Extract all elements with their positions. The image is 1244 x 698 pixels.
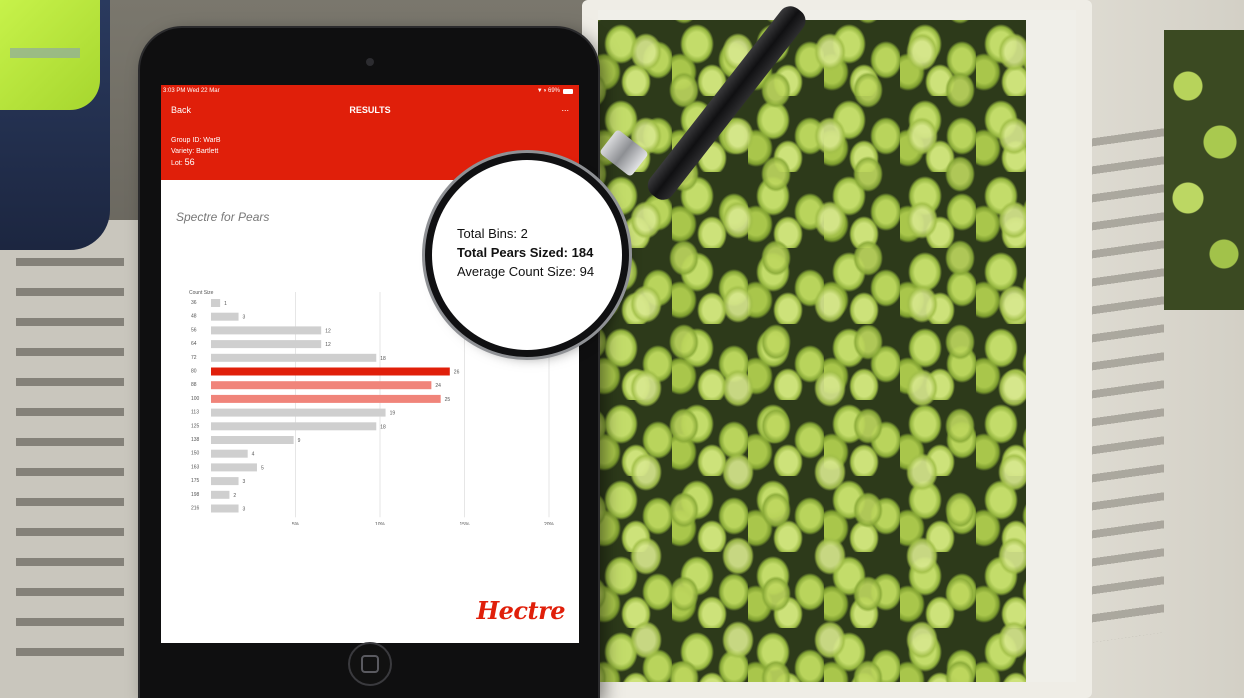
- y-tick-label: 163: [191, 464, 200, 470]
- y-tick-label: 72: [191, 355, 197, 361]
- y-tick-label: 36: [191, 300, 197, 306]
- bar: [211, 477, 239, 486]
- bar: [211, 449, 248, 458]
- bar: [211, 312, 239, 321]
- page-title: RESULTS: [349, 105, 391, 115]
- y-axis-header: Count Size: [189, 290, 214, 296]
- lot: Lot: 56: [171, 157, 221, 169]
- y-tick-label: 125: [191, 423, 200, 429]
- bar: [211, 422, 377, 431]
- bar-value-label: 3: [243, 507, 246, 513]
- y-tick-label: 150: [191, 451, 200, 457]
- app-name: Spectre for Pears: [176, 210, 270, 224]
- y-tick-label: 56: [191, 327, 197, 333]
- bar: [211, 436, 294, 444]
- bar: [211, 504, 239, 513]
- hi-vis-vest: [0, 0, 100, 110]
- bar-value-label: 4: [252, 452, 255, 458]
- x-tick-label: 10%: [375, 522, 386, 525]
- y-tick-label: 138: [191, 437, 200, 443]
- y-tick-label: 100: [191, 396, 200, 402]
- nav-row: Back RESULTS ...: [161, 103, 579, 119]
- bar: [211, 353, 377, 362]
- y-tick-label: 198: [191, 492, 200, 498]
- bar-value-label: 19: [390, 411, 396, 417]
- bar: [211, 367, 450, 376]
- average-count-size: Average Count Size: 94: [457, 264, 595, 279]
- camera-icon: [366, 58, 374, 66]
- more-menu-button[interactable]: ...: [561, 103, 569, 113]
- summary-stats: Total Bins: 2 Total Pears Sized: 184 Ave…: [457, 224, 594, 281]
- y-tick-label: 64: [191, 341, 197, 347]
- bar-value-label: 1: [224, 301, 227, 307]
- lot-info: Group ID: WarB Variety: Bartlett Lot: 56: [171, 135, 221, 169]
- bar-value-label: 26: [454, 370, 460, 376]
- y-tick-label: 175: [191, 478, 200, 484]
- bar-value-label: 2: [233, 493, 236, 499]
- bar-value-label: 3: [243, 315, 246, 321]
- battery-icon: [563, 88, 573, 94]
- bar-value-label: 25: [445, 397, 451, 403]
- home-button[interactable]: [348, 642, 392, 686]
- bar-value-label: 18: [380, 424, 386, 430]
- y-tick-label: 80: [191, 369, 197, 375]
- lot-label: Lot:: [171, 160, 185, 167]
- bar-value-label: 9: [298, 438, 301, 444]
- variety: Variety: Bartlett: [171, 148, 219, 155]
- status-time: 3:03 PM Wed 22 Mar: [163, 88, 220, 94]
- bar: [211, 340, 322, 349]
- x-tick-label: 20%: [544, 522, 555, 525]
- total-bins: Total Bins: 2: [457, 226, 528, 241]
- bar-value-label: 3: [243, 479, 246, 485]
- bar-value-label: 12: [325, 342, 331, 348]
- tablet-device: 3:03 PM Wed 22 Mar ▼◑ 69% Back RESULTS .…: [140, 28, 598, 698]
- bar: [211, 408, 386, 417]
- lot-value: 56: [184, 157, 195, 167]
- left-crate: [0, 220, 150, 698]
- status-right: ▼◑ 69%: [537, 88, 573, 94]
- bar-value-label: 24: [435, 383, 441, 389]
- bar: [211, 463, 257, 472]
- x-tick-label: 15%: [459, 522, 470, 525]
- hectre-logo: Hectre: [476, 596, 565, 625]
- y-tick-label: 216: [191, 506, 200, 512]
- status-signal: ▼◑ 69%: [536, 88, 560, 94]
- group-id: Group ID: WarB: [171, 137, 221, 144]
- right-crate-pears: [1164, 30, 1244, 310]
- bar-value-label: 12: [325, 328, 331, 334]
- bar: [211, 381, 432, 390]
- bar: [211, 394, 441, 403]
- bar: [211, 490, 230, 499]
- y-tick-label: 48: [191, 314, 197, 320]
- status-bar: 3:03 PM Wed 22 Mar ▼◑ 69%: [161, 85, 579, 97]
- bar-value-label: 5: [261, 465, 264, 471]
- y-tick-label: 113: [191, 410, 199, 416]
- total-pears-sized: Total Pears Sized: 184: [457, 245, 594, 260]
- pears-in-bin: [596, 20, 1026, 690]
- x-tick-label: 5%: [292, 522, 300, 525]
- bar-value-label: 18: [380, 356, 386, 362]
- y-tick-label: 88: [191, 382, 197, 388]
- magnifier-lens: Total Bins: 2 Total Pears Sized: 184 Ave…: [432, 160, 622, 350]
- bar: [211, 299, 221, 307]
- bar: [211, 326, 322, 335]
